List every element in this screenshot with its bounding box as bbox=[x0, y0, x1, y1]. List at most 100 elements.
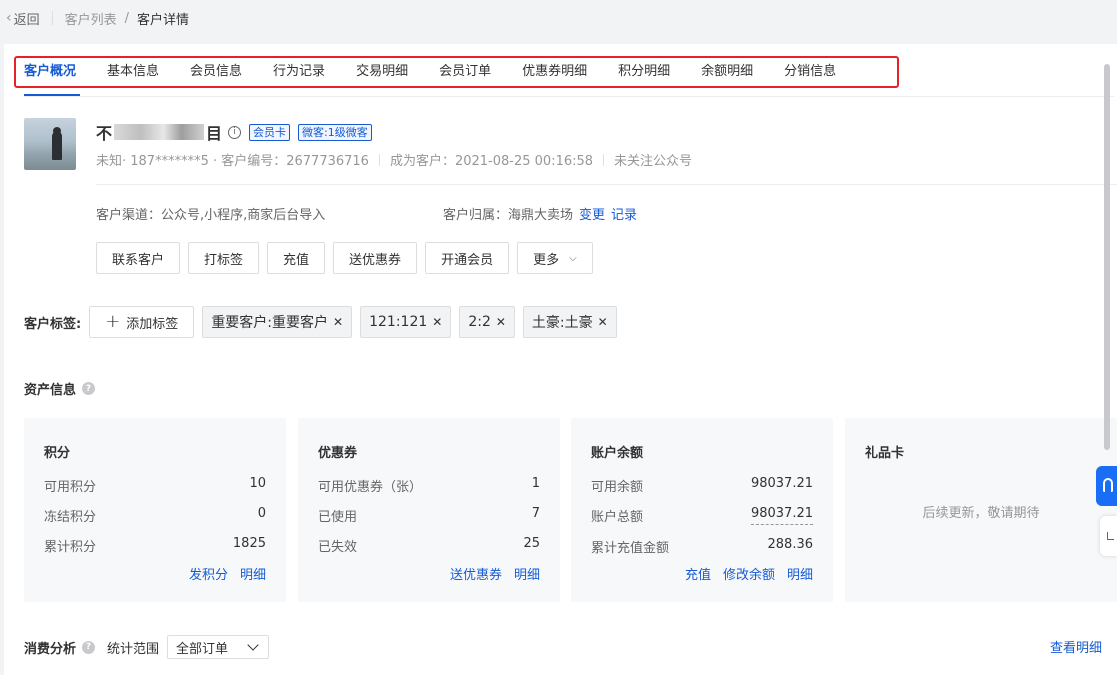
info-icon[interactable]: i bbox=[228, 125, 242, 139]
points-detail-link[interactable]: 明细 bbox=[240, 564, 266, 583]
balance-detail-link[interactable]: 明细 bbox=[787, 564, 813, 583]
recharge-link[interactable]: 充值 bbox=[685, 564, 711, 583]
consume-title: 消费分析 bbox=[24, 641, 77, 657]
consumption-analysis: 消费分析 ? 统计范围 全部订单 bbox=[24, 635, 270, 659]
points-row: 可用积分 10 bbox=[44, 476, 266, 495]
send-coupon-button[interactable]: 送优惠券 bbox=[333, 242, 418, 274]
tag-chip-label: 121:121 bbox=[369, 314, 428, 330]
tab-coupon-detail[interactable]: 优惠券明细 bbox=[522, 58, 587, 86]
tag-chip: 重要客户:重要客户 ✕ bbox=[202, 306, 353, 338]
owner-record-link[interactable]: 记录 bbox=[611, 208, 637, 223]
tab-transactions[interactable]: 交易明细 bbox=[356, 58, 408, 86]
help-icon[interactable]: ? bbox=[82, 382, 96, 395]
assets-title: 资产信息 bbox=[24, 383, 77, 398]
chevron-down-icon bbox=[247, 639, 259, 651]
tag-chip-label: 重要客户:重要客户 bbox=[211, 315, 329, 331]
modify-balance-link[interactable]: 修改余额 bbox=[723, 564, 775, 583]
add-tag-button[interactable]: + 添加标签 bbox=[89, 306, 195, 338]
more-button[interactable]: 更多 ⌵ bbox=[517, 242, 593, 274]
send-coupon-link[interactable]: 送优惠券 bbox=[450, 564, 502, 583]
row-value: 10 bbox=[249, 476, 266, 491]
row-label: 冻结积分 bbox=[44, 510, 97, 525]
range-value: 全部订单 bbox=[176, 641, 229, 657]
divider bbox=[96, 184, 1117, 185]
customer-name: 不 目 i 会员卡 微客:1级微客 bbox=[96, 120, 372, 144]
breadcrumb-current: 客户详情 bbox=[137, 12, 190, 28]
contact-customer-button[interactable]: 联系客户 bbox=[96, 242, 181, 274]
tag-chip-label: 土豪:土豪 bbox=[531, 315, 593, 331]
divider bbox=[603, 153, 605, 166]
customer-name-suffix: 目 bbox=[206, 124, 223, 143]
customer-labels: 客户标签: + 添加标签 重要客户:重要客户 ✕ 121:121 ✕ 2:2 ✕… bbox=[24, 306, 625, 338]
points-title: 积分 bbox=[44, 446, 71, 461]
member-card-badge: 会员卡 bbox=[249, 123, 291, 141]
owner-change-link[interactable]: 变更 bbox=[579, 208, 605, 223]
owner-label: 客户归属：海鼎大卖场 bbox=[443, 208, 574, 223]
coupons-title: 优惠券 bbox=[318, 446, 358, 461]
row-value: 288.36 bbox=[767, 537, 814, 552]
balance-row: 可用余额 98037.21 bbox=[591, 476, 813, 495]
range-select[interactable]: 全部订单 bbox=[167, 635, 270, 659]
coupons-row: 已失效 25 bbox=[318, 536, 540, 555]
view-detail-link[interactable]: 查看明细 bbox=[1050, 637, 1102, 656]
close-icon[interactable]: ✕ bbox=[496, 315, 506, 329]
row-label: 累计充值金额 bbox=[591, 541, 670, 556]
points-links: 发积分 明细 bbox=[177, 564, 266, 583]
row-value: 1825 bbox=[232, 536, 266, 551]
row-value[interactable]: 98037.21 bbox=[750, 506, 813, 525]
side-float-button[interactable] bbox=[1100, 516, 1117, 556]
customer-phone-id: 未知· 187*******5 · 客户编号：2677736716 bbox=[96, 154, 369, 169]
name-mask bbox=[114, 124, 205, 140]
labels-title: 客户标签: bbox=[24, 316, 82, 332]
follow-status: 未关注公众号 bbox=[614, 154, 693, 169]
tag-chip: 土豪:土豪 ✕ bbox=[522, 306, 617, 338]
customer-channel: 客户渠道：公众号,小程序,商家后台导入 bbox=[96, 208, 326, 223]
tab-member-info[interactable]: 会员信息 bbox=[190, 58, 242, 86]
row-label: 已使用 bbox=[318, 510, 358, 525]
wechat-level-badge: 微客:1级微客 bbox=[298, 123, 372, 141]
customer-owner: 客户归属：海鼎大卖场 变更 记录 bbox=[443, 204, 637, 223]
help-icon[interactable]: ? bbox=[82, 640, 96, 654]
range-label: 统计范围 bbox=[107, 641, 160, 657]
tag-chip: 121:121 ✕ bbox=[360, 306, 452, 338]
close-icon[interactable]: ✕ bbox=[598, 315, 608, 329]
tab-points-detail[interactable]: 积分明细 bbox=[618, 58, 670, 86]
row-value: 7 bbox=[531, 506, 540, 521]
tag-chip: 2:2 ✕ bbox=[459, 306, 515, 338]
breadcrumb-customer-list[interactable]: 客户列表 bbox=[65, 9, 117, 28]
tab-member-orders[interactable]: 会员订单 bbox=[439, 58, 491, 86]
tab-behavior[interactable]: 行为记录 bbox=[273, 58, 325, 86]
back-button[interactable]: ‹ 返回 bbox=[6, 9, 40, 28]
coupons-detail-link[interactable]: 明细 bbox=[514, 564, 540, 583]
tag-customer-button[interactable]: 打标签 bbox=[188, 242, 260, 274]
tab-basic-info[interactable]: 基本信息 bbox=[107, 58, 159, 86]
row-value: 98037.21 bbox=[750, 476, 813, 491]
breadcrumb-separator: / bbox=[124, 10, 130, 26]
balance-links: 充值 修改余额 明细 bbox=[673, 564, 813, 583]
row-value: 25 bbox=[523, 536, 540, 551]
recharge-button[interactable]: 充值 bbox=[267, 242, 326, 274]
coupons-links: 送优惠券 明细 bbox=[438, 564, 540, 583]
headset-icon bbox=[1103, 478, 1113, 492]
add-tag-label: 添加标签 bbox=[126, 316, 179, 332]
support-float-button[interactable] bbox=[1096, 466, 1117, 506]
balance-card: 账户余额 可用余额 98037.21 账户总额 98037.21 累计充值金额 … bbox=[571, 418, 833, 602]
expand-icon bbox=[1107, 532, 1114, 540]
tab-balance-detail[interactable]: 余额明细 bbox=[701, 58, 753, 86]
coupons-row: 已使用 7 bbox=[318, 506, 540, 525]
coupons-card: 优惠券 可用优惠券（张） 1 已使用 7 已失效 25 送优惠券 明细 bbox=[298, 418, 560, 602]
close-icon[interactable]: ✕ bbox=[432, 315, 442, 329]
row-value: 0 bbox=[257, 506, 266, 521]
points-card: 积分 可用积分 10 冻结积分 0 累计积分 1825 发积分 明细 bbox=[24, 418, 286, 602]
issue-points-link[interactable]: 发积分 bbox=[189, 564, 228, 583]
tab-overview[interactable]: 客户概况 bbox=[24, 58, 76, 86]
row-value: 1 bbox=[531, 476, 540, 491]
tab-distribution[interactable]: 分销信息 bbox=[784, 58, 836, 86]
customer-since: 成为客户：2021-08-25 00:16:58 bbox=[389, 154, 594, 169]
close-icon[interactable]: ✕ bbox=[333, 315, 343, 329]
balance-title: 账户余额 bbox=[591, 446, 644, 461]
chevron-left-icon: ‹ bbox=[6, 10, 12, 26]
scrollbar[interactable] bbox=[1104, 64, 1110, 450]
giftcard-card: 礼品卡 后续更新，敬请期待 bbox=[845, 418, 1117, 602]
open-membership-button[interactable]: 开通会员 bbox=[425, 242, 510, 274]
